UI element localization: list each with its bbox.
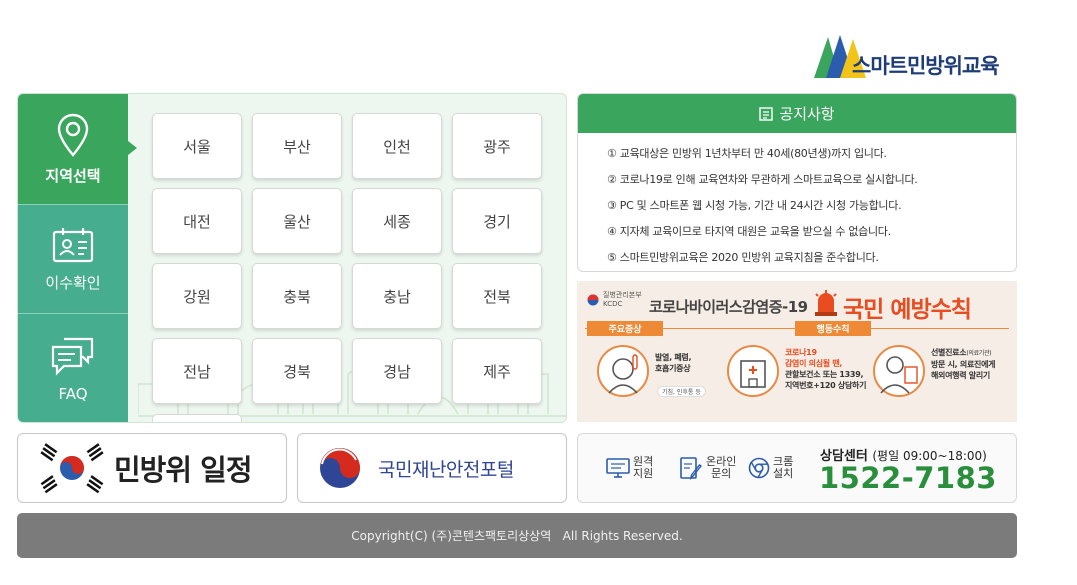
action-line: 관할보건소 또는 1339, (785, 370, 864, 379)
remote-support-label: 원격 지원 (633, 455, 654, 480)
symptoms-tag: 주요증상 (587, 321, 663, 336)
notice-header: 공지사항 (578, 94, 1016, 133)
region-panel: 지역선택 이수확인 FAQ 서울 부산 인천 광주 대전 울산 세종 경기 강원… (17, 93, 567, 423)
online-inquiry-label: 온라인 문의 (706, 455, 737, 480)
chat-bubbles-icon (50, 335, 96, 377)
id-card-icon (51, 226, 95, 264)
civil-defense-schedule-banner[interactable]: 민방위 일정 (17, 433, 287, 503)
notice-document-icon (759, 106, 774, 121)
taegukgi-flag-icon (40, 443, 104, 494)
remote-support-link[interactable]: 원격 지원 (606, 456, 653, 480)
region-button[interactable]: 울산 (252, 188, 342, 254)
region-button[interactable]: 경기 (452, 188, 542, 254)
action-line: 지역번호+120 상담하기 (785, 381, 867, 390)
region-button-partial[interactable] (152, 414, 242, 422)
region-button[interactable]: 제주 (452, 338, 542, 404)
notice-item: ⑤ 스마트민방위교육은 2020 민방위 교육지침을 준수합니다. (607, 251, 879, 264)
notice-item: ④ 지자체 교육이므로 타지역 대원은 교육을 받으실 수 없습니다. (607, 225, 891, 238)
action-line: 선별진료소 (931, 348, 967, 357)
side-nav-label: FAQ (58, 385, 88, 403)
medical-staff-icon (873, 345, 925, 397)
region-button[interactable]: 전북 (452, 263, 542, 329)
notice-panel: 공지사항 ① 교육대상은 민방위 1년차부터 만 40세(80년생)까지 입니다… (577, 93, 1017, 272)
region-button[interactable]: 대전 (152, 188, 242, 254)
notice-title: 공지사항 (779, 105, 835, 123)
actions-tag: 행동수칙 (795, 321, 871, 336)
online-inquiry-link[interactable]: 온라인 문의 (679, 456, 736, 480)
notice-item: ③ PC 및 스마트폰 웹 시청 가능, 기간 내 24시간 시청 가능합니다. (607, 199, 902, 212)
region-button[interactable]: 인천 (352, 113, 442, 179)
region-button[interactable]: 서울 (152, 113, 242, 179)
region-button[interactable]: 경남 (352, 338, 442, 404)
side-nav-completion-check[interactable]: 이수확인 (18, 205, 128, 313)
footer-copyright: Copyright(C) (주)콘텐츠팩토리상상역 All Rights Res… (17, 513, 1017, 558)
notice-item: ① 교육대상은 민방위 1년차부터 만 40세(80년생)까지 입니다. (607, 147, 887, 160)
portal-banner-label: 국민재난안전포털 (378, 458, 514, 481)
action-line-note: (의료기관) (966, 350, 992, 357)
action-text-2: 선별진료소(의료기관) 방문 시, 의료진에게 해외여행력 알리기 (931, 347, 996, 381)
chrome-install-link[interactable]: 크롬 설치 (748, 456, 793, 480)
side-nav: 지역선택 이수확인 FAQ (18, 94, 128, 422)
chrome-install-label: 크롬 설치 (773, 455, 794, 480)
support-phone-number: 1522-7183 (819, 461, 997, 495)
symptom-text: 발열, 폐렴, 호흡기증상 (655, 352, 692, 374)
government-emblem-icon (320, 448, 360, 488)
region-button[interactable]: 충남 (352, 263, 442, 329)
corona-title-prevention: 국민 예방수칙 (843, 297, 972, 323)
monitor-icon (606, 458, 630, 478)
action-text-1: 코로나19 감염이 의심될 땐, 관할보건소 또는 1339, 지역번호+120… (785, 347, 866, 391)
action-line: 감염이 의심될 땐, (785, 359, 843, 368)
logo-text: 스마트민방위교육 (852, 54, 1000, 78)
symptom-subtext: 기침, 인후통 등 (657, 386, 706, 397)
national-disaster-portal-banner[interactable]: 국민재난안전포털 (297, 433, 567, 503)
schedule-banner-label: 민방위 일정 (114, 453, 252, 487)
region-button[interactable]: 세종 (352, 188, 442, 254)
notice-list: ① 교육대상은 민방위 1년차부터 만 40세(80년생)까지 입니다. ② 코… (578, 133, 1016, 271)
region-button[interactable]: 충북 (252, 263, 342, 329)
location-pin-icon (55, 113, 91, 157)
region-button[interactable]: 전남 (152, 338, 242, 404)
action-line: 코로나19 (785, 348, 817, 357)
region-button[interactable]: 경북 (252, 338, 342, 404)
action-line: 해외여행력 알리기 (931, 371, 990, 380)
action-line: 방문 시, 의료진에게 (931, 360, 996, 369)
agency-abbr: KCDC (603, 300, 623, 308)
side-nav-faq[interactable]: FAQ (18, 314, 128, 422)
symptom-line: 호흡기증상 (655, 364, 691, 373)
kcdc-agency-mark: 질병관리본부 KCDC (587, 291, 642, 309)
fever-person-icon (597, 345, 649, 397)
region-button[interactable]: 강원 (152, 263, 242, 329)
active-indicator-arrow (128, 141, 137, 155)
corona-prevention-banner[interactable]: 질병관리본부 KCDC 코로나바이러스감염증-19 국민 예방수칙 주요증상 행… (577, 281, 1017, 422)
chrome-icon (748, 457, 770, 479)
region-grid: 서울 부산 인천 광주 대전 울산 세종 경기 강원 충북 충남 전북 전남 경… (152, 113, 542, 404)
region-button[interactable]: 광주 (452, 113, 542, 179)
kcdc-logo-icon (587, 294, 599, 306)
side-nav-label: 이수확인 (45, 273, 101, 292)
support-center-panel: 원격 지원 온라인 문의 크롬 설치 상담센터 (평일 09:00~18:00)… (577, 433, 1017, 503)
region-button[interactable]: 부산 (252, 113, 342, 179)
agency-name: 질병관리본부 (603, 291, 642, 299)
side-nav-label: 지역선택 (45, 166, 101, 185)
site-logo[interactable]: 스마트민방위교육 (814, 33, 1024, 79)
symptom-line: 발열, 폐렴, (655, 353, 692, 362)
corona-title: 코로나바이러스감염증-19 (649, 298, 808, 316)
hospital-icon (727, 345, 779, 397)
siren-icon (815, 290, 837, 316)
document-pen-icon (680, 457, 703, 480)
side-nav-region-select[interactable]: 지역선택 (18, 94, 128, 204)
notice-item: ② 코로나19로 인해 교육연차와 무관하게 스마트교육으로 실시합니다. (607, 173, 918, 186)
